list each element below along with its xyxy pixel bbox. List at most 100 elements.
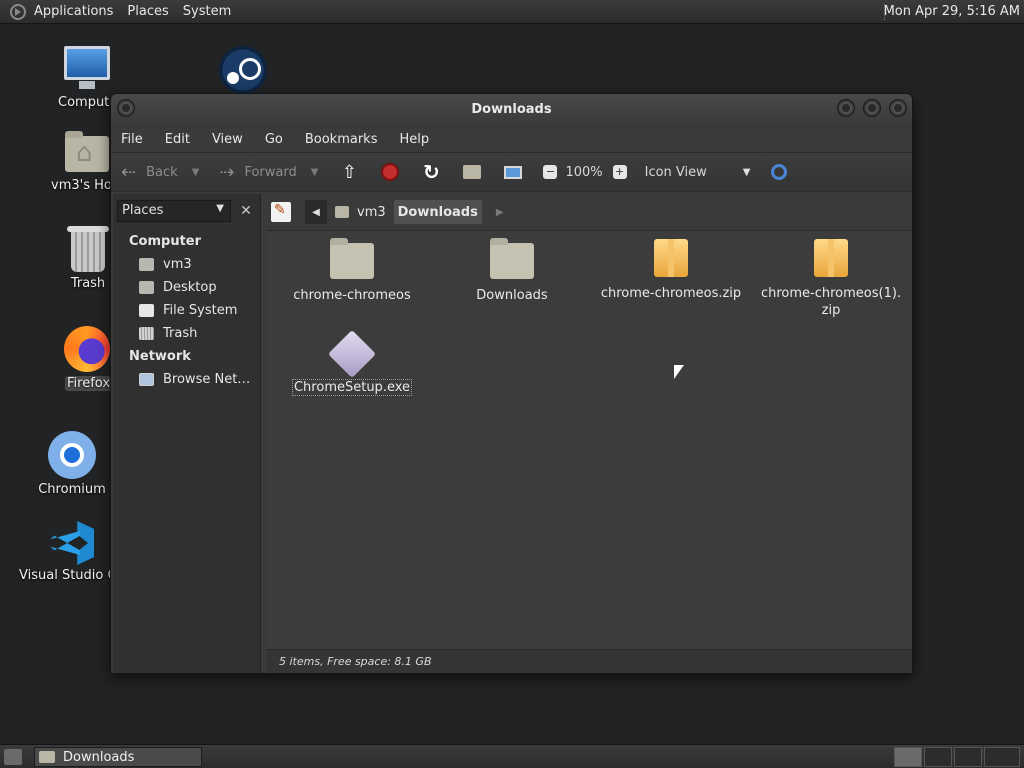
file-name: chrome-chromeos.zip — [600, 286, 742, 301]
home-folder-icon — [335, 206, 349, 218]
taskbar-item-label: Downloads — [63, 749, 135, 765]
sidebar-item-label: Trash — [163, 326, 198, 341]
forward-history-chevron-icon[interactable]: ▼ — [311, 167, 319, 178]
search-icon — [771, 164, 788, 180]
up-button[interactable]: ⇧ — [338, 161, 360, 183]
menubar: File Edit View Go Bookmarks Help — [111, 126, 912, 152]
file-name: Downloads — [476, 288, 548, 303]
maximize-button[interactable] — [863, 99, 881, 117]
status-bar: 5 items, Free space: 8.1 GB — [267, 649, 912, 673]
file-item[interactable]: ChromeSetup.exe — [277, 329, 427, 396]
file-item[interactable]: chrome-chromeos.zip — [596, 239, 746, 302]
sidebar-item-browse-network[interactable]: Browse Net… — [139, 372, 250, 387]
toolbar: ⇠ Back ▼ ⇢ Forward ▼ ⇧ ↻ − 100% + Icon V… — [111, 152, 912, 192]
stop-button[interactable] — [379, 161, 401, 183]
sidebar-type-label: Places — [122, 203, 164, 218]
stop-icon — [381, 163, 400, 181]
minimize-button[interactable] — [837, 99, 855, 117]
sidebar-item-trash[interactable]: Trash — [139, 326, 197, 341]
file-name: ChromeSetup.exe — [291, 379, 413, 396]
taskbar-item-downloads[interactable]: Downloads — [34, 747, 202, 767]
filesystem-icon — [139, 304, 154, 317]
file-name: chrome-chromeos(1). — [760, 286, 902, 301]
sidebar-item-vm3[interactable]: vm3 — [139, 257, 192, 272]
file-manager-window: Downloads File Edit View Go Bookmarks He… — [110, 93, 913, 674]
file-item[interactable]: Downloads — [437, 238, 587, 304]
path-left-arrow-icon[interactable]: ◀ — [305, 200, 327, 224]
breadcrumb-label: vm3 — [357, 204, 386, 220]
desktop-icon-steam[interactable] — [219, 46, 269, 94]
location-bar: ◀ vm3 Downloads ▶ — [267, 194, 912, 230]
desktop-icon — [139, 281, 154, 294]
computer-button[interactable] — [502, 161, 524, 183]
clock[interactable]: Mon Apr 29, 5:16 AM — [884, 4, 1020, 19]
menu-file[interactable]: File — [121, 132, 143, 147]
up-arrow-icon: ⇧ — [341, 161, 357, 183]
path-right-arrow-icon[interactable]: ▶ — [496, 207, 504, 218]
mouse-pointer-icon — [674, 365, 684, 379]
file-item[interactable]: chrome-chromeos — [277, 238, 427, 304]
forward-button[interactable]: ⇢ Forward ▼ — [219, 162, 318, 183]
trash-icon — [67, 226, 109, 272]
view-mode-chevron-icon: ▼ — [742, 166, 751, 178]
search-button[interactable] — [768, 161, 790, 183]
file-name-continued: zip — [821, 303, 841, 318]
menu-help[interactable]: Help — [399, 132, 429, 147]
home-button[interactable] — [461, 161, 483, 183]
zip-archive-icon — [654, 239, 688, 277]
workspace-3[interactable] — [954, 747, 982, 767]
zoom-in-icon[interactable]: + — [612, 165, 627, 179]
distro-logo-icon[interactable] — [10, 3, 26, 20]
trash-icon — [139, 327, 154, 340]
workspace-4[interactable] — [984, 747, 1020, 767]
places-menu[interactable]: Places — [127, 4, 168, 19]
bottom-panel: Downloads — [0, 744, 1024, 768]
sidebar-item-label: Browse Net… — [163, 372, 251, 387]
file-name: chrome-chromeos — [293, 288, 411, 303]
breadcrumb-downloads[interactable]: Downloads — [393, 200, 482, 224]
reload-icon: ↻ — [423, 160, 440, 184]
desktop-icon-label: Visual Studio Code — [19, 568, 112, 583]
system-menu[interactable]: System — [183, 4, 231, 19]
sidebar-item-label: File System — [163, 303, 238, 318]
home-folder-icon — [65, 131, 109, 172]
edit-location-icon[interactable] — [271, 202, 291, 222]
back-history-chevron-icon[interactable]: ▼ — [192, 167, 200, 178]
file-item[interactable]: chrome-chromeos(1). zip — [756, 239, 906, 319]
show-desktop-icon[interactable] — [4, 749, 22, 765]
sidebar-item-desktop[interactable]: Desktop — [139, 280, 217, 295]
zoom-out-icon[interactable]: − — [543, 165, 558, 179]
view-mode-select[interactable]: Icon View ▼ — [645, 165, 751, 180]
close-sidebar-icon[interactable]: ✕ — [235, 200, 257, 222]
workspace-2[interactable] — [924, 747, 952, 767]
executable-icon — [327, 329, 377, 379]
menu-go[interactable]: Go — [265, 132, 283, 147]
folder-icon — [330, 238, 374, 279]
reload-button[interactable]: ↻ — [420, 160, 442, 184]
sidebar-item-file-system[interactable]: File System — [139, 303, 237, 318]
menu-bookmarks[interactable]: Bookmarks — [305, 132, 378, 147]
view-mode-label: Icon View — [644, 164, 707, 180]
steam-icon — [219, 46, 267, 94]
file-icon-view[interactable]: chrome-chromeos Downloads chrome-chromeo… — [267, 230, 912, 649]
window-title: Downloads — [471, 102, 552, 117]
back-button[interactable]: ⇠ Back ▼ — [121, 162, 199, 183]
zip-archive-icon — [814, 239, 848, 277]
forward-arrow-icon: ⇢ — [219, 161, 235, 183]
close-button[interactable] — [889, 99, 907, 117]
menu-view[interactable]: View — [212, 132, 243, 147]
home-icon — [139, 258, 154, 271]
sidebar-heading-network: Network — [129, 349, 191, 364]
computer-icon — [64, 46, 110, 89]
sidebar-type-select[interactable]: Places ▼ — [117, 200, 231, 222]
forward-label: Forward — [244, 164, 297, 180]
applications-menu[interactable]: Applications — [34, 4, 113, 19]
sidebar-item-label: Desktop — [163, 280, 217, 295]
workspace-1[interactable] — [894, 747, 922, 767]
desktop-icon-label: Firefox — [65, 376, 111, 391]
zoom-control: − 100% + — [543, 165, 634, 180]
sidebar-heading-computer: Computer — [129, 234, 202, 249]
menu-edit[interactable]: Edit — [165, 132, 190, 147]
breadcrumb-vm3[interactable]: vm3 — [331, 200, 390, 224]
titlebar[interactable]: Downloads — [111, 94, 912, 126]
